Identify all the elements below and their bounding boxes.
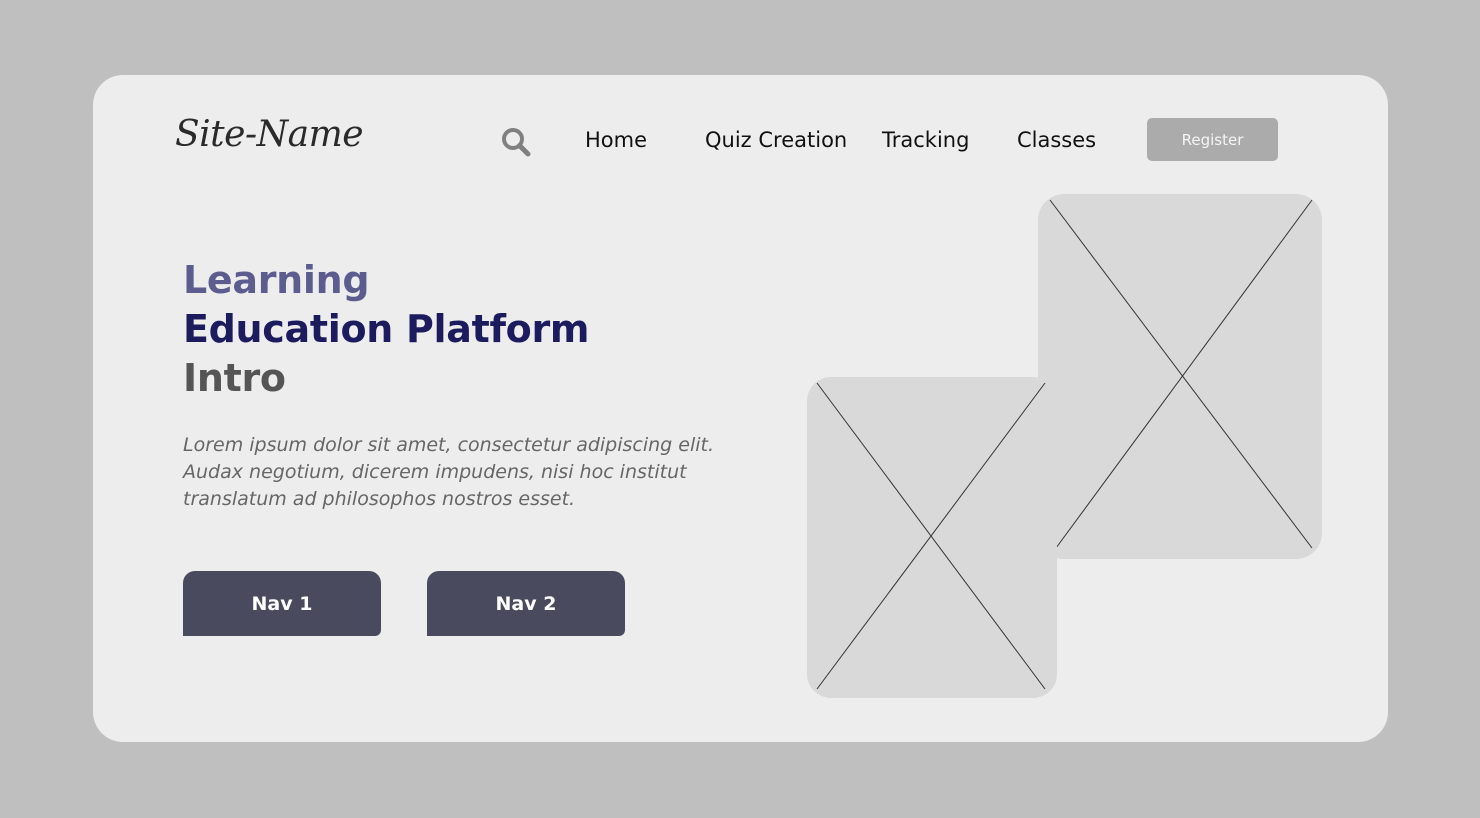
nav-quiz-creation[interactable]: Quiz Creation: [705, 126, 847, 154]
register-button[interactable]: Register: [1147, 118, 1278, 161]
hero-title-line1: Learning: [183, 258, 370, 302]
hero-description: Lorem ipsum dolor sit amet, consectetur …: [183, 432, 763, 513]
nav-classes[interactable]: Classes: [1017, 126, 1096, 154]
hero-title-line2: Education Platform: [183, 307, 590, 351]
nav-home[interactable]: Home: [585, 126, 647, 154]
hero-description-line: translatum ad philosophos nostros esset.: [183, 488, 576, 510]
nav-2-button[interactable]: Nav 2: [427, 571, 625, 636]
site-logo[interactable]: Site-Name: [175, 114, 364, 155]
nav-1-button[interactable]: Nav 1: [183, 571, 381, 636]
image-placeholder-small: [807, 377, 1057, 698]
nav-tracking[interactable]: Tracking: [882, 126, 969, 154]
hero-description-line: Audax negotium, dicerem impudens, nisi h…: [183, 461, 687, 483]
search-icon[interactable]: [500, 126, 532, 158]
hero-description-line: Lorem ipsum dolor sit amet, consectetur …: [183, 434, 715, 456]
hero-title-line3: Intro: [183, 356, 286, 400]
image-placeholder-large: [1038, 194, 1322, 559]
